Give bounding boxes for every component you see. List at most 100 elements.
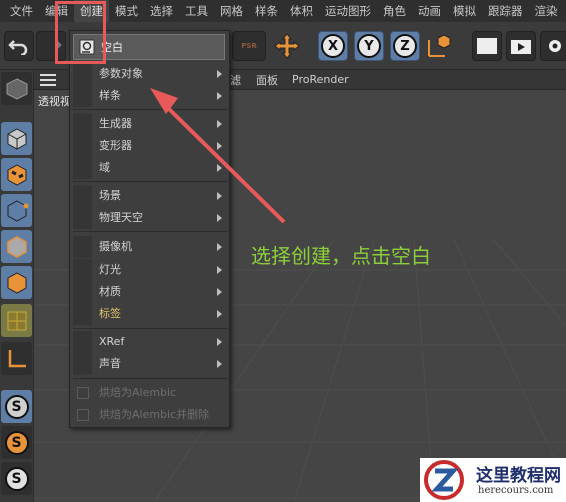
polygon-cube-icon [7, 271, 26, 294]
render-settings-button[interactable] [540, 31, 566, 61]
menu-mesh[interactable]: 网格 [214, 0, 249, 22]
menu-item-label: 摄像机 [99, 240, 132, 253]
menu-item-label: 物理天空 [99, 211, 143, 224]
tool-model-mode[interactable] [1, 122, 32, 155]
submenu-arrow-icon [217, 92, 222, 100]
submenu-arrow-icon [217, 360, 222, 368]
menu-mode[interactable]: 模式 [109, 0, 144, 22]
z-axis-icon: Z [393, 34, 417, 58]
menu-item-physical-sky[interactable]: 物理天空 [70, 207, 231, 229]
tool-polygon-mode[interactable] [1, 266, 32, 299]
gear-icon [549, 40, 561, 52]
submenu-arrow-icon [217, 70, 222, 78]
watermark-logo: 这里教程网 herecours.com [420, 458, 566, 502]
watermark-z-icon [424, 460, 464, 500]
tool-edge-mode[interactable] [1, 230, 32, 263]
move-tool-button[interactable] [272, 31, 302, 61]
highlight-box [55, 1, 106, 64]
menu-animate[interactable]: 动画 [412, 0, 447, 22]
cube-icon [7, 127, 26, 150]
menu-item-label: 烘焙为Alembic [99, 386, 177, 399]
menu-item-material[interactable]: 材质 [70, 281, 231, 303]
menu-item-label: 材质 [99, 285, 121, 298]
prorender-menu[interactable]: ProRender [292, 73, 349, 86]
menu-item-light[interactable]: 灯光 [70, 259, 231, 281]
submenu-arrow-icon [217, 192, 222, 200]
menu-tools[interactable]: 工具 [179, 0, 214, 22]
menu-item-label: 灯光 [99, 263, 121, 276]
play-clapper-icon [511, 40, 531, 54]
z-axis-button[interactable]: Z [390, 31, 420, 61]
points-cube-icon [7, 199, 28, 222]
tool-snap-settings[interactable]: S [1, 426, 32, 459]
menu-item-fields[interactable]: 域 [70, 157, 231, 179]
y-axis-button[interactable]: Y [354, 31, 384, 61]
menu-render[interactable]: 渲染 [529, 0, 564, 22]
move-icon [274, 33, 300, 59]
filter-menu[interactable]: 滤 [230, 72, 241, 88]
menu-item-tags[interactable]: 标签 [70, 303, 231, 325]
menu-item-spline[interactable]: 样条 [70, 85, 231, 107]
menu-separator [73, 378, 228, 379]
x-axis-button[interactable]: X [318, 31, 348, 61]
y-axis-icon: Y [357, 34, 381, 58]
menu-item-xref[interactable]: XRef [70, 331, 231, 353]
panel-menu[interactable]: 面板 [256, 72, 278, 88]
menu-simulate[interactable]: 模拟 [447, 0, 482, 22]
menu-separator [73, 181, 228, 182]
menu-spline[interactable]: 样条 [249, 0, 284, 22]
menu-item-label: 标签 [99, 307, 121, 320]
submenu-arrow-icon [217, 243, 222, 251]
tool-view-cube[interactable] [1, 72, 32, 105]
menu-character[interactable]: 角色 [377, 0, 412, 22]
tool-snap[interactable]: S [1, 390, 32, 423]
menu-item-scene[interactable]: 场景 [70, 185, 231, 207]
edges-cube-icon [6, 235, 27, 258]
hamburger-icon[interactable] [40, 73, 56, 86]
menu-item-label: 参数对象 [99, 67, 143, 80]
menu-item-primitives[interactable]: 参数对象 [70, 63, 231, 85]
tool-uv-mode[interactable] [1, 304, 32, 337]
menu-volume[interactable]: 体积 [284, 0, 319, 22]
render-view-button[interactable] [472, 31, 502, 61]
menu-file[interactable]: 文件 [4, 0, 39, 22]
cube-grid-icon [6, 77, 27, 100]
menu-item-generators[interactable]: 生成器 [70, 113, 231, 135]
menu-tracker[interactable]: 跟踪器 [482, 0, 529, 22]
menu-item-camera[interactable]: 摄像机 [70, 236, 231, 258]
menu-item-bake-alembic[interactable]: 烘焙为Alembic [70, 382, 231, 404]
menu-select[interactable]: 选择 [144, 0, 179, 22]
menu-separator [73, 231, 228, 232]
menu-item-sound[interactable]: 声音 [70, 353, 231, 375]
undo-button[interactable] [4, 31, 34, 61]
tool-point-mode[interactable] [1, 194, 32, 227]
menu-item-label: XRef [99, 335, 125, 348]
menu-mograph[interactable]: 运动图形 [319, 0, 377, 22]
watermark-title: 这里教程网 [476, 466, 561, 486]
menu-item-label: 变形器 [99, 139, 132, 152]
tool-axis-mode[interactable] [1, 342, 32, 375]
submenu-arrow-icon [217, 310, 222, 318]
uv-grid-icon [7, 311, 26, 330]
watermark-url: herecours.com [478, 485, 554, 496]
coordinate-system-button[interactable] [424, 31, 454, 61]
annotation-text: 选择创建，点击空白 [251, 244, 431, 268]
menu-item-deformers[interactable]: 变形器 [70, 135, 231, 157]
submenu-arrow-icon [217, 142, 222, 150]
snap-icon: S [4, 394, 29, 419]
submenu-arrow-icon [217, 120, 222, 128]
create-menu-dropdown: 空白 参数对象 样条 生成器 变形器 域 场景 物理天空 摄像机 灯光 材质 标… [69, 30, 230, 428]
tool-texture-mode[interactable] [1, 158, 32, 191]
submenu-arrow-icon [217, 288, 222, 296]
menu-separator [73, 109, 228, 110]
menu-item-label: 场景 [99, 189, 121, 202]
snap-settings-icon: S [4, 430, 29, 455]
tool-snap-workplane[interactable]: S [1, 462, 32, 495]
menu-item-label: 声音 [99, 357, 121, 370]
submenu-arrow-icon [217, 338, 222, 346]
menu-item-bake-alembic-delete[interactable]: 烘焙为Alembic并删除 [70, 404, 231, 426]
render-button[interactable] [506, 31, 536, 61]
undo-icon [8, 40, 28, 55]
psr-button[interactable]: PSR [232, 31, 266, 61]
bake-icon [77, 387, 89, 399]
